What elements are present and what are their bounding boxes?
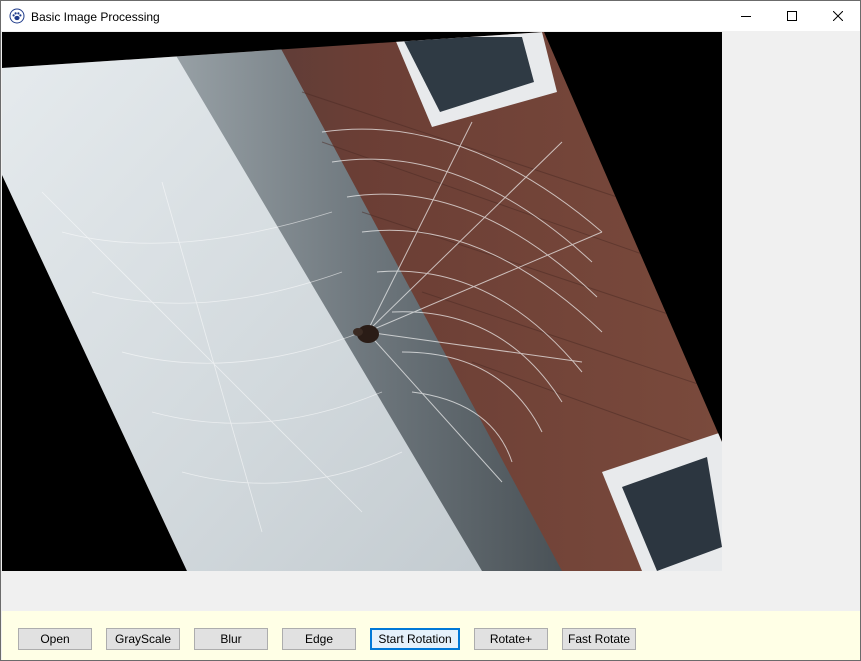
grayscale-button[interactable]: GrayScale <box>106 628 180 650</box>
rotated-photo <box>2 32 722 571</box>
close-icon <box>833 11 843 21</box>
maximize-button[interactable] <box>769 1 815 31</box>
maximize-icon <box>787 11 797 21</box>
app-window: Basic Image Processing Open GrayScale Bl… <box>0 0 861 661</box>
title-bar[interactable]: Basic Image Processing <box>1 1 860 31</box>
start-rotation-button[interactable]: Start Rotation <box>370 628 460 650</box>
image-canvas <box>2 32 722 571</box>
edge-button[interactable]: Edge <box>282 628 356 650</box>
close-button[interactable] <box>815 1 860 31</box>
minimize-icon <box>741 11 751 21</box>
rotate-plus-button[interactable]: Rotate+ <box>474 628 548 650</box>
button-toolbar: Open GrayScale Blur Edge Start Rotation … <box>2 611 860 660</box>
minimize-button[interactable] <box>723 1 769 31</box>
paw-icon <box>9 8 25 24</box>
open-button[interactable]: Open <box>18 628 92 650</box>
fast-rotate-button[interactable]: Fast Rotate <box>562 628 636 650</box>
blur-button[interactable]: Blur <box>194 628 268 650</box>
window-title: Basic Image Processing <box>31 10 160 24</box>
